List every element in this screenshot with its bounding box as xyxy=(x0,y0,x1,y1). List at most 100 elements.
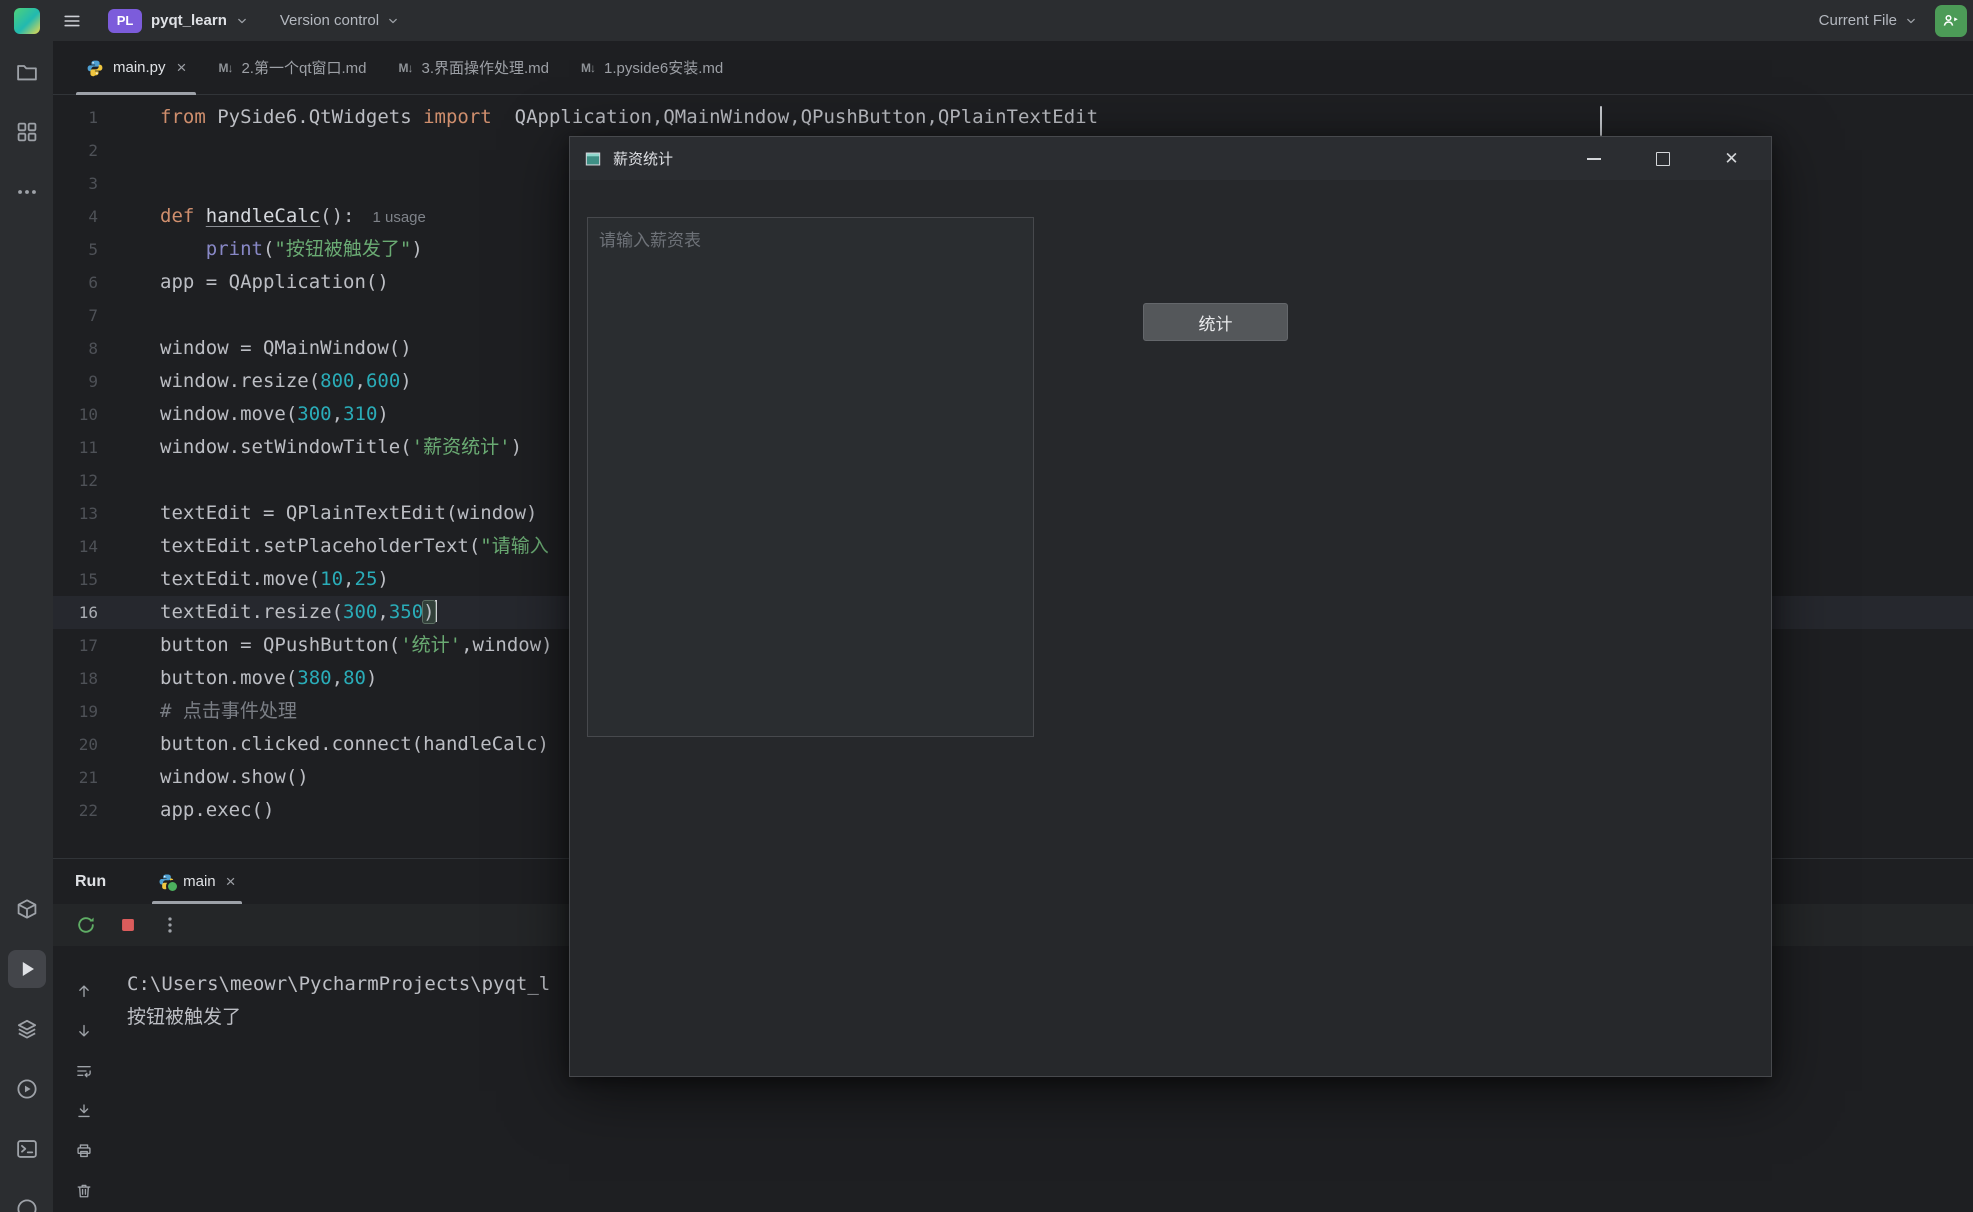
services-icon xyxy=(15,1017,39,1041)
code-token: def xyxy=(160,205,206,227)
code-token: button.move( xyxy=(160,667,297,689)
project-folder-button[interactable] xyxy=(8,53,46,91)
scroll-to-end-button[interactable] xyxy=(73,1102,95,1120)
line-number[interactable]: 9 xyxy=(53,365,160,398)
line-number[interactable]: 14 xyxy=(53,530,160,563)
structure-icon xyxy=(15,120,39,144)
maximize-button[interactable] xyxy=(1628,137,1697,180)
close-button[interactable]: ✕ xyxy=(1697,137,1766,180)
more-horizontal-button[interactable] xyxy=(8,173,46,211)
line-number[interactable]: 22 xyxy=(53,794,160,827)
run-anything-button[interactable] xyxy=(8,1070,46,1108)
run-anything-icon xyxy=(15,1077,39,1101)
code-token: ,window) xyxy=(461,634,553,656)
stats-button[interactable]: 统计 xyxy=(1143,303,1288,341)
line-number[interactable]: 10 xyxy=(53,398,160,431)
run-button[interactable] xyxy=(8,950,46,988)
code-token: ) xyxy=(423,601,434,623)
dialog-titlebar[interactable]: 薪资统计 ✕ xyxy=(570,137,1771,180)
line-number[interactable]: 3 xyxy=(53,167,160,200)
stop-icon xyxy=(117,914,139,936)
main-menu-button[interactable] xyxy=(56,5,88,37)
line-number[interactable]: 16 xyxy=(53,596,160,629)
stop-button[interactable] xyxy=(115,912,141,938)
code-token: ) xyxy=(377,403,388,425)
line-number[interactable]: 2 xyxy=(53,134,160,167)
hamburger-icon xyxy=(62,11,82,31)
line-number[interactable]: 15 xyxy=(53,563,160,596)
run-panel-title: Run xyxy=(75,873,106,891)
code-token: "请输入 xyxy=(480,535,548,557)
dialog-title: 薪资统计 xyxy=(613,148,673,169)
line-number[interactable]: 17 xyxy=(53,629,160,662)
markdown-icon: M↓ xyxy=(399,61,413,75)
line-number[interactable]: 21 xyxy=(53,761,160,794)
code-token: textEdit = QPlainTextEdit(window) xyxy=(160,502,538,524)
code-token: "按钮被触发了" xyxy=(274,238,411,260)
code-token: 25 xyxy=(355,568,378,590)
line-number[interactable]: 13 xyxy=(53,497,160,530)
code-token: PySide6.QtWidgets xyxy=(206,106,423,128)
line-number[interactable]: 20 xyxy=(53,728,160,761)
services-button[interactable] xyxy=(8,1010,46,1048)
code-token: import xyxy=(423,106,492,128)
line-number[interactable]: 19 xyxy=(53,695,160,728)
python-packages-button[interactable] xyxy=(8,890,46,928)
arrow-down-button[interactable] xyxy=(73,1022,95,1040)
line-number[interactable]: 4 xyxy=(53,200,160,233)
notifications-icon xyxy=(15,1197,39,1212)
code-token: textEdit.resize( xyxy=(160,601,343,623)
close-icon: ✕ xyxy=(1724,150,1738,167)
code-line[interactable]: 1from PySide6.QtWidgets import QApplicat… xyxy=(53,101,1973,134)
minimize-button[interactable] xyxy=(1559,137,1628,180)
code-token: , xyxy=(354,370,365,392)
version-control-selector[interactable]: Version control xyxy=(280,12,401,29)
scrollbar-thumb[interactable] xyxy=(1600,106,1602,136)
code-token: window = QMainWindow() xyxy=(160,337,412,359)
tab-1.pyside6安装.md[interactable]: M↓1.pyside6安装.md xyxy=(565,41,739,94)
salary-textedit[interactable] xyxy=(587,217,1034,737)
notifications-button[interactable] xyxy=(8,1190,46,1212)
line-number[interactable]: 8 xyxy=(53,332,160,365)
code-with-me-button[interactable] xyxy=(1935,5,1967,37)
code-token: '统计' xyxy=(400,634,461,656)
clear-button[interactable] xyxy=(73,1182,95,1200)
tab-3.界面操作处理.md[interactable]: M↓ 3.界面操作处理.md xyxy=(383,41,566,94)
line-number[interactable]: 18 xyxy=(53,662,160,695)
line-number[interactable]: 6 xyxy=(53,266,160,299)
pycharm-window: { "colors": { "toolbar_bg": "#2b2d30", "… xyxy=(0,0,1973,1212)
rerun-icon xyxy=(75,914,97,936)
line-number[interactable]: 1 xyxy=(53,101,160,134)
usages-inlay-hint: 1 usage xyxy=(372,209,425,226)
line-number[interactable]: 5 xyxy=(53,233,160,266)
pycharm-logo-icon xyxy=(14,8,40,34)
code-token: ) xyxy=(377,568,388,590)
tab-close-icon[interactable]: × xyxy=(177,59,187,76)
arrow-up-button[interactable] xyxy=(73,982,95,1000)
tab-label: 1.pyside6安装.md xyxy=(604,57,723,78)
line-number[interactable]: 11 xyxy=(53,431,160,464)
run-tab-close-icon[interactable]: × xyxy=(226,873,236,890)
print-button[interactable] xyxy=(73,1142,95,1160)
soft-wrap-button[interactable] xyxy=(73,1062,95,1080)
tab-2.第一个qt窗口.md[interactable]: M↓2.第一个qt窗口.md xyxy=(202,41,382,94)
console-toolbar xyxy=(53,946,115,1212)
code-token: from xyxy=(160,106,206,128)
project-selector[interactable]: pyqt_learn xyxy=(151,12,250,29)
python-run-icon xyxy=(158,873,175,890)
terminal-button[interactable] xyxy=(8,1130,46,1168)
tab-label: 3.界面操作处理.md xyxy=(422,57,550,78)
structure-button[interactable] xyxy=(8,113,46,151)
code-token: 10 xyxy=(320,568,343,590)
rerun-button[interactable] xyxy=(73,912,99,938)
run-tab-main[interactable]: main × xyxy=(152,859,241,904)
code-token: window.setWindowTitle( xyxy=(160,436,412,458)
run-configuration-selector[interactable]: Current File xyxy=(1819,12,1919,29)
window-icon xyxy=(584,150,602,168)
tab-main.py[interactable]: main.py× xyxy=(70,41,202,94)
line-number[interactable]: 12 xyxy=(53,464,160,497)
line-number[interactable]: 7 xyxy=(53,299,160,332)
arrow-down-icon xyxy=(75,1022,93,1040)
terminal-icon xyxy=(15,1137,39,1161)
more-vertical-button[interactable] xyxy=(157,912,183,938)
